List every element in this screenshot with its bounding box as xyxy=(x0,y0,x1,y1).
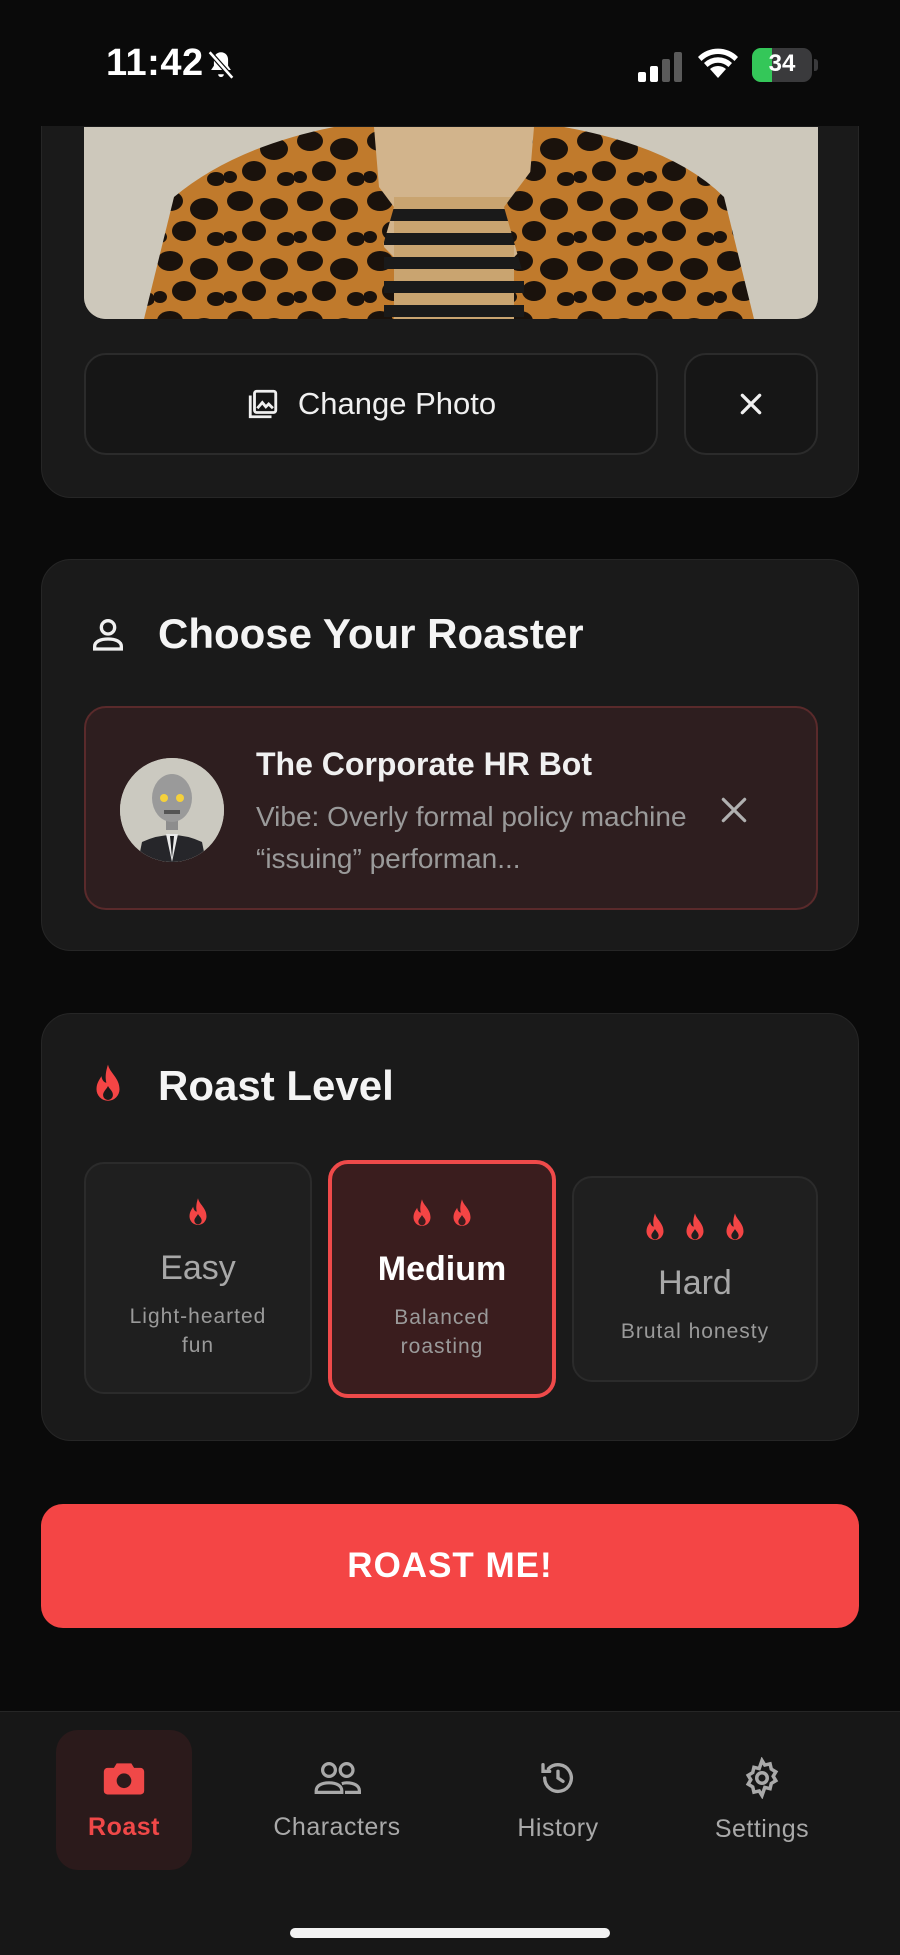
cellular-signal-icon xyxy=(638,52,682,82)
tab-bar: Roast Characters History Settings xyxy=(0,1711,900,1955)
gear-icon xyxy=(745,1756,779,1799)
history-icon xyxy=(541,1762,573,1793)
people-icon xyxy=(314,1761,361,1794)
level-option-hard[interactable]: Hard Brutal honesty xyxy=(572,1176,818,1382)
level-description: Light-hearted fun xyxy=(129,1304,267,1357)
flame-icon xyxy=(646,1213,664,1240)
change-photo-label: Change Photo xyxy=(297,386,497,421)
tab-label: Roast xyxy=(88,1812,160,1841)
tab-history[interactable]: History xyxy=(496,1730,620,1870)
change-photo-button[interactable]: Change Photo xyxy=(84,353,658,455)
roast-level-header: Roast Level xyxy=(88,1062,394,1110)
flame-icon xyxy=(96,1064,120,1101)
roaster-card: Choose Your Roaster The Corporate HR Bot… xyxy=(41,559,859,951)
level-description: Brutal honesty xyxy=(620,1320,770,1343)
roast-me-label: ROAST ME! xyxy=(347,1546,553,1585)
tab-label: History xyxy=(517,1813,599,1842)
roaster-avatar xyxy=(120,758,224,862)
remove-photo-button[interactable] xyxy=(684,353,818,455)
roaster-header: Choose Your Roaster xyxy=(88,610,584,658)
flame-icon xyxy=(686,1213,704,1240)
level-option-easy[interactable]: Easy Light-hearted fun xyxy=(84,1162,312,1394)
wifi-icon xyxy=(698,48,738,78)
selected-roaster[interactable]: The Corporate HR Bot Vibe: Overly formal… xyxy=(84,706,818,910)
tab-label: Settings xyxy=(714,1814,810,1843)
flame-rating xyxy=(640,1212,750,1246)
roast-level-title: Roast Level xyxy=(158,1062,394,1109)
flame-icon xyxy=(413,1198,431,1226)
close-icon xyxy=(721,797,747,823)
battery-indicator: 34 xyxy=(752,48,818,82)
gallery-icon xyxy=(248,389,278,419)
tab-label: Characters xyxy=(273,1812,401,1841)
status-time: 11:42 xyxy=(106,42,204,84)
close-icon xyxy=(740,393,762,415)
level-name: Medium xyxy=(377,1249,507,1288)
home-indicator[interactable] xyxy=(290,1928,610,1938)
bell-mute-icon xyxy=(207,50,235,80)
roaster-title: Choose Your Roaster xyxy=(158,610,584,657)
roast-me-button[interactable]: ROAST ME! xyxy=(41,1504,859,1628)
roaster-name: The Corporate HR Bot xyxy=(256,746,592,782)
flame-rating xyxy=(407,1198,477,1232)
flame-icon xyxy=(453,1198,471,1226)
flame-icon xyxy=(189,1197,207,1225)
status-bar: 11:42 34 xyxy=(0,0,900,126)
flame-icon xyxy=(726,1213,744,1240)
level-name: Hard xyxy=(658,1264,732,1302)
tab-settings[interactable]: Settings xyxy=(700,1730,824,1870)
level-name: Easy xyxy=(160,1248,236,1287)
deselect-roaster-button[interactable] xyxy=(706,782,762,838)
battery-level: 34 xyxy=(768,50,796,77)
uploaded-photo xyxy=(84,127,818,319)
flame-rating xyxy=(183,1197,213,1231)
person-icon xyxy=(93,619,123,651)
tab-characters[interactable]: Characters xyxy=(252,1730,422,1870)
level-option-medium[interactable]: Medium Balanced roasting xyxy=(328,1160,556,1398)
camera-icon xyxy=(103,1762,145,1794)
level-description: Balanced roasting xyxy=(394,1305,490,1358)
roaster-vibe: Vibe: Overly formal policy machine “issu… xyxy=(256,801,687,874)
tab-roast[interactable]: Roast xyxy=(56,1730,192,1870)
roast-level-card: Roast Level Easy Light-hearted fun Mediu… xyxy=(41,1013,859,1441)
